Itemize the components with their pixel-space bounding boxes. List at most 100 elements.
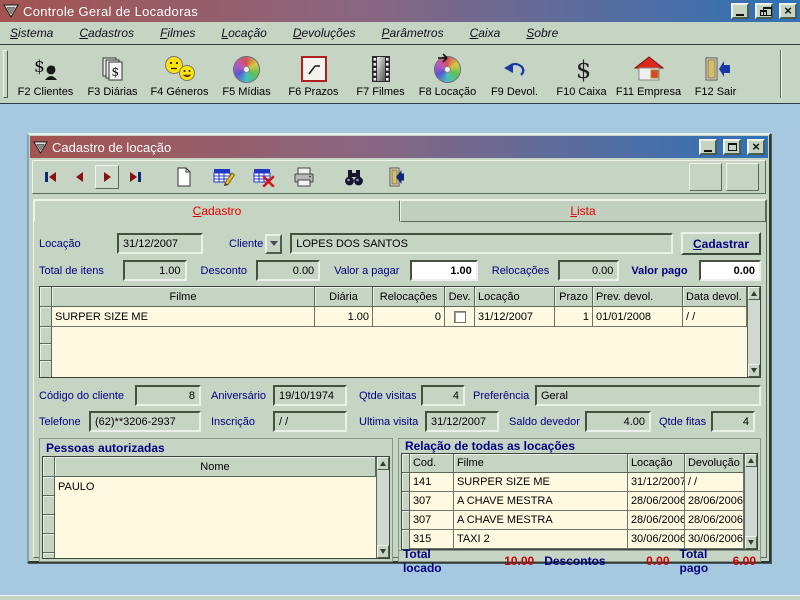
desconto-label: Desconto: [201, 265, 257, 277]
edit-record-button[interactable]: [211, 165, 237, 189]
next-record-button[interactable]: [95, 165, 119, 189]
tab-label: Cadastro: [193, 204, 242, 218]
scroll-down-button[interactable]: [745, 536, 757, 549]
client-row-1: Código do cliente 8 Aniversário 19/10/19…: [39, 385, 761, 406]
menu-parametros[interactable]: Parâmetros: [382, 26, 444, 40]
main-titlebar: Controle Geral de Locadoras ×: [0, 0, 800, 22]
toolbar-f2-clientes[interactable]: $ F2 Clientes: [12, 47, 79, 101]
cadastrar-button[interactable]: Cadastrar: [681, 232, 761, 255]
toolbar-f10-caixa[interactable]: $ F10 Caixa: [548, 47, 615, 101]
rentals-totals-row: Total locado 10.00 Descontos 0.00 Total …: [399, 550, 760, 570]
delete-record-button[interactable]: [251, 165, 277, 189]
col-diaria[interactable]: Diária: [315, 287, 373, 307]
locacao-date-field[interactable]: 31/12/2007: [117, 233, 203, 254]
cell-filme: TAXI 2: [454, 530, 628, 549]
col-cod[interactable]: Cod.: [410, 454, 454, 473]
dialog-minimize-button[interactable]: [699, 139, 717, 155]
films-grid-scrollbar[interactable]: [747, 287, 760, 377]
toolbar-empty-panel: [726, 163, 759, 191]
scroll-down-button[interactable]: [748, 364, 760, 377]
col-locacao[interactable]: Locação: [628, 454, 685, 473]
print-button[interactable]: [291, 165, 317, 189]
qtde-fitas-field: 4: [711, 411, 755, 432]
minimize-button[interactable]: [731, 3, 749, 19]
menu-caixa[interactable]: Caixa: [470, 26, 501, 40]
toolbar-f7-filmes[interactable]: F7 Filmes: [347, 47, 414, 101]
toolbar-f9-devol[interactable]: F9 Devol.: [481, 47, 548, 101]
col-locacao[interactable]: Locação: [475, 287, 555, 307]
rentals-grid-row[interactable]: 307 A CHAVE MESTRA 28/06/2006 28/06/2006: [402, 492, 744, 511]
cadastrar-button-label: Cadastrar: [693, 237, 749, 251]
menu-filmes[interactable]: Filmes: [160, 26, 195, 40]
total-pago-label: Total pago: [680, 547, 733, 575]
col-nome[interactable]: Nome: [55, 457, 376, 477]
first-record-button[interactable]: [39, 165, 63, 189]
totals-row: Total de itens 1.00 Desconto 0.00 Valor …: [39, 260, 761, 281]
dev-checkbox[interactable]: [454, 311, 466, 323]
dialog-maximize-button[interactable]: [723, 139, 741, 155]
cell-locacao: 31/12/2007: [628, 473, 685, 492]
close-button[interactable]: ×: [779, 3, 797, 19]
rentals-grid-header: Cod. Filme Locação Devolução: [402, 454, 744, 473]
valor-pago-field: 0.00: [699, 260, 761, 281]
col-filme[interactable]: Filme: [52, 287, 315, 307]
relocacoes-label: Relocações: [492, 265, 558, 277]
cliente-name-field[interactable]: LOPES DOS SANTOS: [290, 233, 673, 254]
restore-button[interactable]: [755, 3, 773, 19]
menu-devolucoes[interactable]: Devoluções: [293, 26, 356, 40]
cliente-dropdown-button[interactable]: [265, 234, 282, 254]
total-locado-label: Total locado: [403, 547, 465, 575]
col-prazo[interactable]: Prazo: [555, 287, 593, 307]
scroll-up-button[interactable]: [748, 287, 760, 300]
dialog-close-button[interactable]: ×: [747, 139, 765, 155]
dollar-person-icon: $: [32, 54, 60, 84]
all-rentals-title: Relação de todas as locações: [399, 439, 760, 453]
authorized-grid-empty-row: [43, 515, 376, 534]
aniversario-field: 19/10/1974: [273, 385, 347, 406]
rentals-grid-row[interactable]: 141 SURPER SIZE ME 31/12/2007 / /: [402, 473, 744, 492]
toolbar-f12-sair[interactable]: F12 Sair: [682, 47, 749, 101]
toolbar-f5-midias[interactable]: F5 Mídias: [213, 47, 280, 101]
col-dev[interactable]: Dev.: [445, 287, 475, 307]
telefone-label: Telefone: [39, 416, 89, 428]
col-data-devol[interactable]: Data devol.: [683, 287, 747, 307]
scroll-up-button[interactable]: [745, 454, 757, 467]
new-record-button[interactable]: [171, 165, 197, 189]
col-relocacoes[interactable]: Relocações: [373, 287, 445, 307]
toolbar-f3-diarias[interactable]: $ F3 Diárias: [79, 47, 146, 101]
menu-locacao[interactable]: Locação: [221, 26, 266, 40]
menu-sobre[interactable]: Sobre: [526, 26, 558, 40]
toolbar-gripper[interactable]: [3, 50, 8, 98]
ultima-visita-label: Ultima visita: [359, 416, 425, 428]
rentals-grid-row[interactable]: 307 A CHAVE MESTRA 28/06/2006 28/06/2006: [402, 511, 744, 530]
exit-button[interactable]: [381, 165, 407, 189]
tab-cadastro[interactable]: Cadastro: [34, 200, 400, 222]
films-grid-row[interactable]: SURPER SIZE ME 1.00 0 31/12/2007 1 01/01…: [40, 307, 747, 327]
invoices-icon: $: [99, 54, 127, 84]
scroll-up-button[interactable]: [377, 457, 389, 470]
col-devolucao[interactable]: Devolução: [685, 454, 744, 473]
col-filme[interactable]: Filme: [454, 454, 628, 473]
col-prev-devol[interactable]: Prev. devol.: [593, 287, 683, 307]
toolbar-label: F6 Prazos: [288, 86, 338, 98]
scroll-down-button[interactable]: [377, 545, 389, 558]
toolbar-f4-generos[interactable]: F4 Géneros: [146, 47, 213, 101]
authorized-grid-row[interactable]: PAULO: [43, 477, 376, 496]
menu-sistema[interactable]: Sistema: [10, 26, 53, 40]
app-icon: [3, 3, 19, 19]
total-pago-value: 6.00: [733, 554, 756, 568]
prev-record-button[interactable]: [67, 165, 91, 189]
cell-relocacoes: 0: [373, 307, 445, 327]
toolbar-f6-prazos[interactable]: F6 Prazos: [280, 47, 347, 101]
cell-filme: A CHAVE MESTRA: [454, 511, 628, 530]
undo-arrow-icon: [503, 54, 527, 84]
rentals-grid-scrollbar[interactable]: [744, 454, 757, 549]
toolbar-f8-locacao[interactable]: F8 Locação: [414, 47, 481, 101]
menu-cadastros[interactable]: Cadastros: [79, 26, 134, 40]
find-button[interactable]: [341, 165, 367, 189]
authorized-grid-scrollbar[interactable]: [376, 457, 389, 558]
last-record-button[interactable]: [123, 165, 147, 189]
toolbar-f11-empresa[interactable]: F11 Empresa: [615, 47, 682, 101]
cadastro-locacao-window: Cadastro de locação ×: [27, 133, 771, 563]
tab-lista[interactable]: Lista: [400, 200, 766, 222]
